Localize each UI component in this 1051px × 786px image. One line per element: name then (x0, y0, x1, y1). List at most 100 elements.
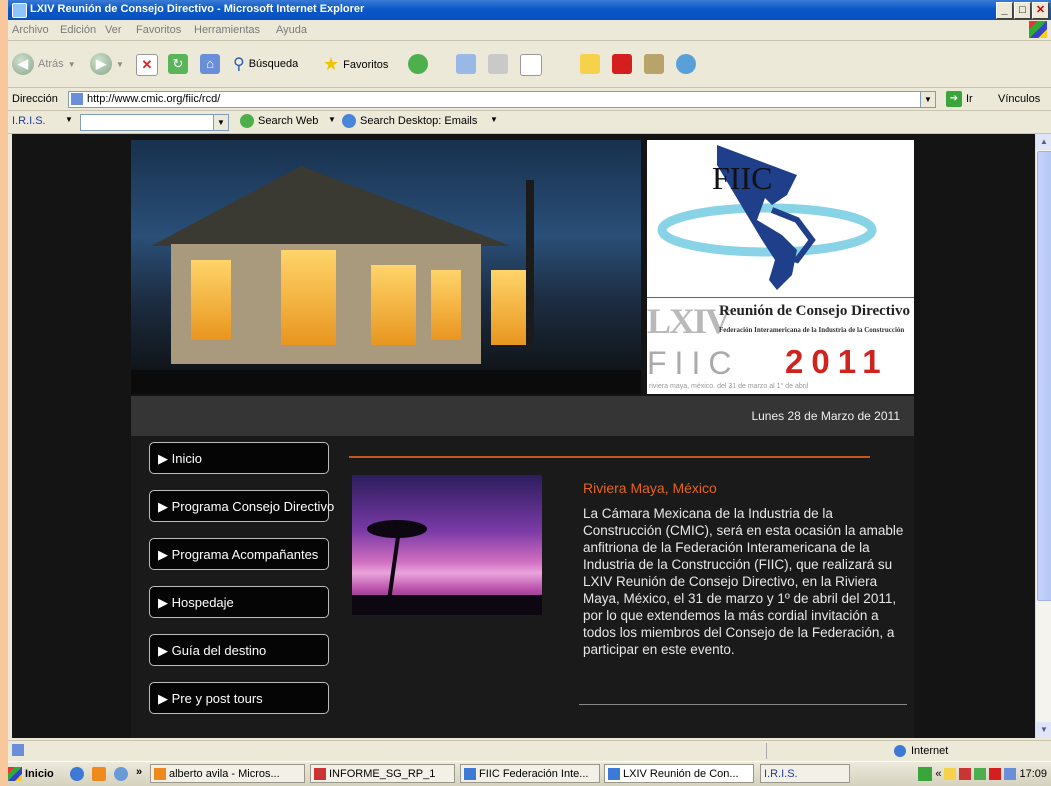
close-button[interactable]: ✕ (1032, 2, 1049, 19)
messenger-icon[interactable] (676, 54, 696, 74)
menu-ayuda[interactable]: Ayuda (276, 24, 307, 36)
menu-edicion[interactable]: Edición (60, 24, 96, 36)
roof-shape (151, 166, 511, 246)
menu-bar: Archivo Edición Ver Favoritos Herramient… (8, 20, 1051, 41)
search-button[interactable]: ⚲ Búsqueda (233, 54, 298, 74)
nav-guia-destino[interactable]: ▶ Guía del destino (149, 634, 329, 666)
kaspersky-icon[interactable] (612, 54, 632, 74)
go-arrow-icon[interactable]: ➔ (946, 91, 962, 107)
forward-button[interactable]: ▶ ▼ (90, 53, 124, 75)
tray-network-icon[interactable] (974, 768, 987, 780)
mail-icon[interactable] (456, 54, 476, 74)
task-label: I.R.I.S. (764, 767, 798, 780)
iris-brand[interactable]: I.R.I.S. (12, 115, 46, 127)
ie-icon (12, 3, 27, 18)
palm-trunk (526, 180, 534, 350)
tray-expand[interactable]: « (935, 768, 941, 780)
menu-favoritos[interactable]: Favoritos (136, 24, 181, 36)
search-web-dropdown-icon[interactable]: ▼ (328, 115, 336, 124)
search-desktop-dropdown-icon[interactable]: ▼ (490, 115, 498, 124)
address-label: Dirección (12, 93, 58, 105)
history-icon[interactable] (408, 54, 428, 74)
address-dropdown-icon[interactable]: ▼ (920, 91, 936, 108)
nav-pre-post-tours[interactable]: ▶ Pre y post tours (149, 682, 329, 714)
links-button[interactable]: Vínculos (998, 93, 1040, 105)
fiic-logo: FIIC LXIV Reunión de Consejo Directivo F… (647, 140, 914, 394)
nav-programa-acompanantes[interactable]: ▶ Programa Acompañantes (149, 538, 329, 570)
palm-silhouette (387, 530, 401, 600)
tray-mail-icon[interactable] (944, 768, 957, 780)
stop-icon[interactable]: ✕ (136, 54, 158, 76)
address-bar: Dirección http://www.cmic.org/fiic/rcd/ … (8, 88, 1051, 111)
start-button[interactable]: Inicio (8, 764, 54, 784)
beach-photo (352, 475, 542, 615)
search-desktop-button[interactable]: Search Desktop: Emails (360, 115, 477, 127)
folder-icon[interactable] (580, 54, 600, 74)
menu-ver[interactable]: Ver (105, 24, 122, 36)
task-label: alberto avila - Micros... (169, 767, 280, 780)
refresh-icon[interactable]: ↻ (168, 54, 188, 74)
back-label: Atrás (38, 58, 64, 70)
windows-flag-icon (8, 767, 22, 781)
quicklaunch-more[interactable]: » (136, 766, 142, 778)
scroll-down-icon[interactable]: ▼ (1036, 722, 1051, 738)
vertical-scrollbar[interactable]: ▲ ▼ (1035, 134, 1051, 738)
iris-toolbar: I.R.I.S. ▼ ▼ Search Web ▼ Search Desktop… (8, 111, 1051, 134)
iris-dropdown-icon[interactable]: ▼ (65, 115, 73, 124)
home-icon[interactable]: ⌂ (200, 54, 220, 74)
lit-window (491, 270, 531, 345)
ground (131, 370, 641, 394)
task-lxiv[interactable]: LXIV Reunión de Con... (604, 764, 754, 783)
document-icon (314, 767, 326, 780)
search-web-button[interactable]: Search Web (258, 115, 318, 127)
favorites-label: Favoritos (343, 58, 389, 71)
research-icon[interactable] (644, 54, 664, 74)
minimize-button[interactable]: _ (996, 2, 1013, 19)
iris-search-dropdown-icon[interactable]: ▼ (213, 114, 229, 131)
date-bar: Lunes 28 de Marzo de 2011 (131, 396, 914, 436)
security-zone: Internet (911, 745, 949, 757)
internet-zone-icon (894, 745, 906, 757)
maximize-button[interactable]: □ (1014, 2, 1031, 19)
menu-archivo[interactable]: Archivo (12, 24, 49, 36)
content-divider (349, 456, 870, 458)
tray-kaspersky-icon[interactable] (989, 768, 1002, 780)
back-button[interactable]: ◀ Atrás ▼ (12, 53, 76, 75)
content-bottom-divider (579, 704, 907, 705)
task-label: FIIC Federación Inte... (479, 767, 589, 780)
nav-inicio[interactable]: ▶ Inicio (149, 442, 329, 474)
quicklaunch-desktop-icon[interactable] (114, 767, 128, 781)
task-fiic[interactable]: FIIC Federación Inte... (460, 764, 600, 783)
tray-security-icon[interactable] (959, 768, 972, 780)
tray-arrow-icon[interactable] (918, 767, 933, 781)
address-url: http://www.cmic.org/fiic/rcd/ (87, 93, 221, 105)
edit-icon[interactable] (520, 54, 542, 76)
tray-messenger-icon[interactable] (1004, 768, 1017, 780)
status-page-icon (12, 744, 24, 756)
lit-window (191, 260, 231, 340)
go-button[interactable]: Ir (966, 93, 973, 105)
quicklaunch-ie-icon[interactable] (70, 767, 84, 781)
scroll-up-icon[interactable]: ▲ (1036, 134, 1051, 150)
quicklaunch-outlook-icon[interactable] (92, 767, 106, 781)
iris-search-input[interactable] (80, 114, 222, 131)
back-arrow-icon: ◀ (12, 53, 34, 75)
status-panels (766, 743, 887, 759)
start-label: Inicio (25, 768, 54, 780)
task-label: INFORME_SG_RP_1 (329, 767, 436, 780)
logo-divider (647, 297, 914, 298)
forward-arrow-icon: ▶ (90, 53, 112, 75)
task-iris[interactable]: I.R.I.S. (760, 764, 850, 783)
logo-fiic-big: FIIC (647, 345, 740, 381)
print-icon[interactable] (488, 54, 508, 74)
nav-hospedaje[interactable]: ▶ Hospedaje (149, 586, 329, 618)
favorites-button[interactable]: ★ Favoritos (323, 54, 388, 75)
scroll-thumb[interactable] (1037, 151, 1051, 601)
status-bar: Internet (8, 740, 1051, 761)
address-input[interactable]: http://www.cmic.org/fiic/rcd/ (68, 91, 935, 108)
nav-programa-consejo[interactable]: ▶ Programa Consejo Directivo (149, 490, 334, 522)
task-informe[interactable]: INFORME_SG_RP_1 (310, 764, 455, 783)
ie-task-icon (464, 767, 476, 780)
menu-herramientas[interactable]: Herramientas (194, 24, 260, 36)
task-outlook[interactable]: alberto avila - Micros... (150, 764, 305, 783)
